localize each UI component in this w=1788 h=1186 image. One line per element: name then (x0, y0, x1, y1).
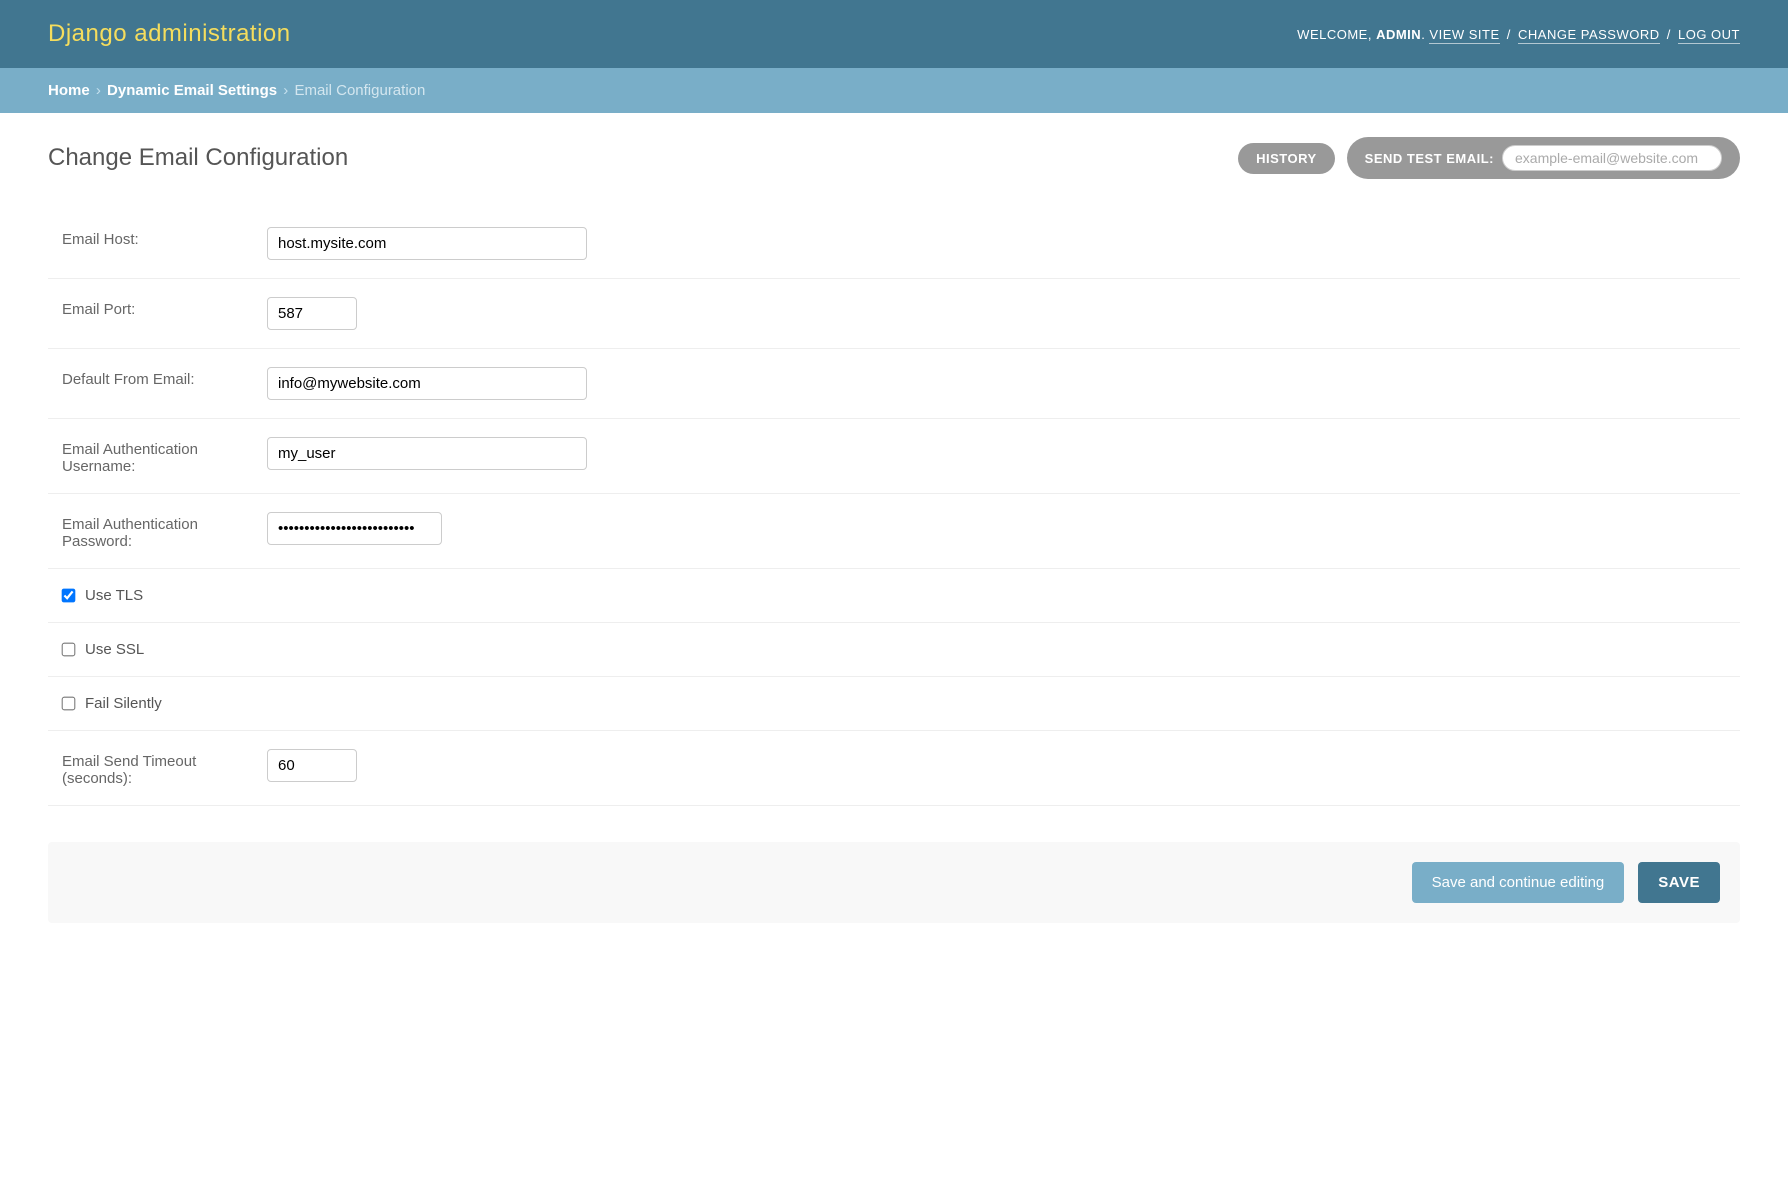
content: Change Email Configuration HISTORY SEND … (0, 113, 1788, 947)
view-site-link[interactable]: VIEW SITE (1429, 27, 1499, 44)
admin-header: Django administration WELCOME, ADMIN. VI… (0, 0, 1788, 68)
breadcrumb: Home › Dynamic Email Settings › Email Co… (0, 68, 1788, 113)
submit-row: Save and continue editing SAVE (48, 842, 1740, 923)
use-ssl-label[interactable]: Use SSL (85, 641, 144, 658)
auth-user-label: Email Authentication Username: (62, 437, 267, 475)
timeout-label: Email Send Timeout (seconds): (62, 749, 267, 787)
use-tls-checkbox[interactable] (62, 589, 76, 603)
auth-pass-label: Email Authentication Password: (62, 512, 267, 550)
email-config-form: Email Host: Email Port: Default From Ema… (48, 209, 1740, 806)
title-row: Change Email Configuration HISTORY SEND … (48, 137, 1740, 179)
send-test-label: SEND TEST EMAIL: (1365, 151, 1494, 166)
history-button[interactable]: HISTORY (1238, 143, 1335, 174)
page-title: Change Email Configuration (48, 144, 348, 172)
fail-silently-label[interactable]: Fail Silently (85, 695, 162, 712)
auth-user-input[interactable] (267, 437, 587, 470)
fail-silently-checkbox[interactable] (62, 697, 76, 711)
send-test-email-tool: SEND TEST EMAIL: (1347, 137, 1740, 179)
username: ADMIN (1376, 27, 1421, 42)
breadcrumb-app[interactable]: Dynamic Email Settings (107, 82, 277, 99)
user-tools: WELCOME, ADMIN. VIEW SITE / CHANGE PASSW… (1297, 27, 1740, 42)
use-ssl-checkbox[interactable] (62, 643, 76, 657)
auth-pass-input[interactable] (267, 512, 442, 545)
email-port-label: Email Port: (62, 297, 267, 318)
email-host-label: Email Host: (62, 227, 267, 248)
row-use-tls: Use TLS (48, 569, 1740, 623)
from-email-input[interactable] (267, 367, 587, 400)
breadcrumb-current: Email Configuration (294, 82, 425, 99)
row-auth-pass: Email Authentication Password: (48, 494, 1740, 569)
change-password-link[interactable]: CHANGE PASSWORD (1518, 27, 1660, 44)
timeout-input[interactable] (267, 749, 357, 782)
welcome-text: WELCOME, (1297, 27, 1376, 42)
row-from-email: Default From Email: (48, 349, 1740, 419)
row-auth-user: Email Authentication Username: (48, 419, 1740, 494)
breadcrumb-home[interactable]: Home (48, 82, 90, 99)
row-timeout: Email Send Timeout (seconds): (48, 731, 1740, 806)
row-email-port: Email Port: (48, 279, 1740, 349)
email-port-input[interactable] (267, 297, 357, 330)
from-email-label: Default From Email: (62, 367, 267, 388)
logout-link[interactable]: LOG OUT (1678, 27, 1740, 44)
object-tools: HISTORY SEND TEST EMAIL: (1238, 137, 1740, 179)
email-host-input[interactable] (267, 227, 587, 260)
save-button[interactable]: SAVE (1638, 862, 1720, 903)
row-email-host: Email Host: (48, 209, 1740, 279)
site-title: Django administration (48, 20, 291, 48)
use-tls-label[interactable]: Use TLS (85, 587, 143, 604)
row-use-ssl: Use SSL (48, 623, 1740, 677)
row-fail-silently: Fail Silently (48, 677, 1740, 731)
history-label: HISTORY (1256, 151, 1317, 166)
test-email-input[interactable] (1502, 145, 1722, 171)
save-continue-button[interactable]: Save and continue editing (1412, 862, 1625, 903)
